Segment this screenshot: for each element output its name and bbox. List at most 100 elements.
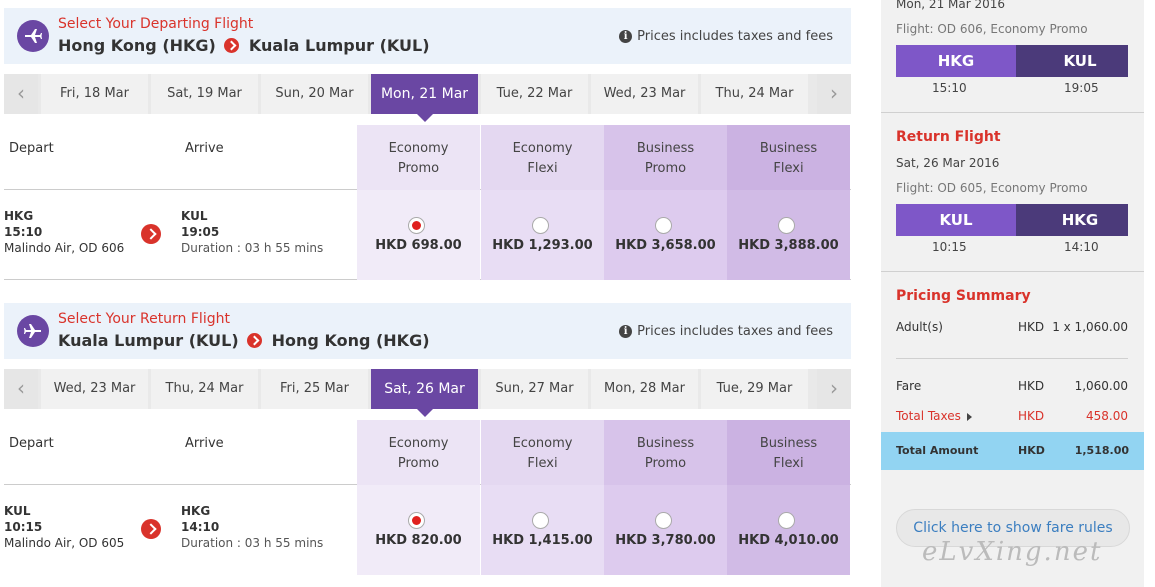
route-to: KUL [1016, 45, 1128, 77]
plane-icon [17, 315, 49, 347]
fare-radio[interactable] [778, 217, 795, 234]
departing-header: Select Your Departing Flight Hong Kong (… [4, 8, 851, 64]
next-dates-button[interactable]: › [817, 369, 851, 409]
date-tab[interactable]: Sat, 19 Mar [151, 74, 258, 114]
date-selector: ‹ Wed, 23 Mar Thu, 24 Mar Fri, 25 Mar Sa… [4, 369, 851, 417]
arrival-info: KUL 19:05 Duration : 03 h 55 mins [181, 209, 324, 255]
pricing-summary-title: Pricing Summary [896, 288, 1031, 304]
next-dates-button[interactable]: › [817, 74, 851, 114]
return-flight-info: Flight: OD 605, Economy Promo [896, 181, 1088, 195]
fare-radio[interactable] [408, 512, 425, 529]
return-header: Select Your Return Flight Kuala Lumpur (… [4, 303, 851, 359]
date-tab[interactable]: Tue, 22 Mar [481, 74, 588, 114]
arrow-right-icon [246, 333, 262, 348]
divider [896, 358, 1128, 359]
depart-date: Mon, 21 Mar 2016 [896, 0, 1006, 11]
arrival-info: HKG 14:10 Duration : 03 h 55 mins [181, 504, 324, 550]
fare-option[interactable]: HKD 4,010.00 [727, 485, 850, 575]
fare-radio[interactable] [778, 512, 795, 529]
return-section: Select Your Return Flight Kuala Lumpur (… [4, 303, 851, 575]
section-label: Select Your Return Flight [58, 311, 230, 327]
date-selector: ‹ Fri, 18 Mar Sat, 19 Mar Sun, 20 Mar Mo… [4, 74, 851, 122]
departure-info: KUL 10:15 Malindo Air, OD 605 [4, 504, 125, 550]
date-tab[interactable]: Sun, 20 Mar [261, 74, 368, 114]
carrier-text: Malindo Air, OD 605 [4, 536, 125, 550]
depart-flight-info: Flight: OD 606, Economy Promo [896, 22, 1088, 36]
arrow-right-icon [141, 519, 161, 539]
divider [881, 112, 1144, 113]
duration-text: Duration : 03 h 55 mins [181, 241, 324, 255]
arrive-label: Arrive [185, 436, 224, 451]
price-note-text: Prices includes taxes and fees [637, 324, 833, 339]
fare-option[interactable]: HKD 3,888.00 [727, 190, 850, 280]
date-tab-selected[interactable]: Mon, 21 Mar [371, 74, 478, 122]
fare-option[interactable]: HKD 1,293.00 [481, 190, 604, 280]
plane-icon [17, 20, 49, 52]
fare-option[interactable]: HKD 1,415.00 [481, 485, 604, 575]
fare-type-header: Economy Promo [357, 420, 480, 485]
fare-radio[interactable] [408, 217, 425, 234]
fare-price: HKD 820.00 [375, 533, 462, 548]
route-title: Kuala Lumpur (KUL) Hong Kong (HKG) [58, 331, 430, 350]
info-icon: i [619, 30, 633, 43]
fare-option[interactable]: HKD 3,780.00 [604, 485, 727, 575]
depart-route: HKG KUL [896, 45, 1128, 77]
fare-price: HKD 698.00 [375, 238, 462, 253]
fare-radio[interactable] [655, 512, 672, 529]
fare-price: HKD 3,888.00 [738, 238, 839, 253]
fare-price: HKD 1,293.00 [492, 238, 593, 253]
fare-radio[interactable] [655, 217, 672, 234]
date-tab[interactable]: Wed, 23 Mar [41, 369, 148, 409]
carrier-text: Malindo Air, OD 606 [4, 241, 125, 255]
departing-section: Select Your Departing Flight Hong Kong (… [4, 8, 851, 280]
fare-radio[interactable] [532, 512, 549, 529]
departure-info: HKG 15:10 Malindo Air, OD 606 [4, 209, 125, 255]
fare-type-header: Business Promo [604, 420, 727, 485]
fare-column-header: Depart Arrive Economy Promo Economy Flexi … [4, 125, 851, 190]
price-note-text: Prices includes taxes and fees [637, 29, 833, 44]
price-note: i Prices includes taxes and fees [619, 29, 833, 44]
date-tab[interactable]: Wed, 23 Mar [591, 74, 698, 114]
expand-arrow-icon[interactable] [966, 412, 972, 421]
return-route: KUL HKG [896, 204, 1128, 236]
depart-label: Depart [9, 436, 54, 451]
fare-type-header: Business Flexi [727, 420, 850, 485]
arrow-right-icon [141, 224, 161, 244]
origin-city: Hong Kong (HKG) [58, 36, 216, 55]
fare-option[interactable]: HKD 698.00 [357, 190, 480, 280]
price-note: i Prices includes taxes and fees [619, 324, 833, 339]
arrive-label: Arrive [185, 141, 224, 156]
destination-city: Kuala Lumpur (KUL) [248, 36, 430, 55]
prev-dates-button[interactable]: ‹ [4, 74, 38, 114]
date-tab[interactable]: Fri, 25 Mar [261, 369, 368, 409]
date-tab[interactable]: Fri, 18 Mar [41, 74, 148, 114]
fare-option[interactable]: HKD 3,658.00 [604, 190, 727, 280]
date-tab-selected[interactable]: Sat, 26 Mar [371, 369, 478, 417]
route-from: HKG [896, 45, 1032, 77]
fare-type-header: Economy Promo [357, 125, 480, 190]
route-from: KUL [896, 204, 1032, 236]
fare-type-header: Business Promo [604, 125, 727, 190]
date-tab[interactable]: Thu, 24 Mar [701, 74, 808, 114]
info-icon: i [619, 325, 633, 338]
section-label: Select Your Departing Flight [58, 16, 254, 32]
route-title: Hong Kong (HKG) Kuala Lumpur (KUL) [58, 36, 430, 55]
destination-city: Hong Kong (HKG) [271, 331, 430, 350]
fare-option[interactable]: HKD 820.00 [357, 485, 480, 575]
fare-radio[interactable] [532, 217, 549, 234]
fare-price: HKD 1,415.00 [492, 533, 593, 548]
date-tab[interactable]: Thu, 24 Mar [151, 369, 258, 409]
fare-type-header: Economy Flexi [481, 125, 604, 190]
total-amount-bar: Total Amount HKD 1,518.00 [881, 432, 1144, 470]
return-date: Sat, 26 Mar 2016 [896, 156, 1000, 170]
origin-city: Kuala Lumpur (KUL) [58, 331, 239, 350]
date-tab[interactable]: Sun, 27 Mar [481, 369, 588, 409]
fare-type-header: Economy Flexi [481, 420, 604, 485]
route-to: HKG [1016, 204, 1128, 236]
prev-dates-button[interactable]: ‹ [4, 369, 38, 409]
date-tab[interactable]: Mon, 28 Mar [591, 369, 698, 409]
flight-row: HKG 15:10 Malindo Air, OD 606 KUL 19:05 … [4, 190, 851, 280]
duration-text: Duration : 03 h 55 mins [181, 536, 324, 550]
fare-price: HKD 3,780.00 [615, 533, 716, 548]
date-tab[interactable]: Tue, 29 Mar [701, 369, 808, 409]
